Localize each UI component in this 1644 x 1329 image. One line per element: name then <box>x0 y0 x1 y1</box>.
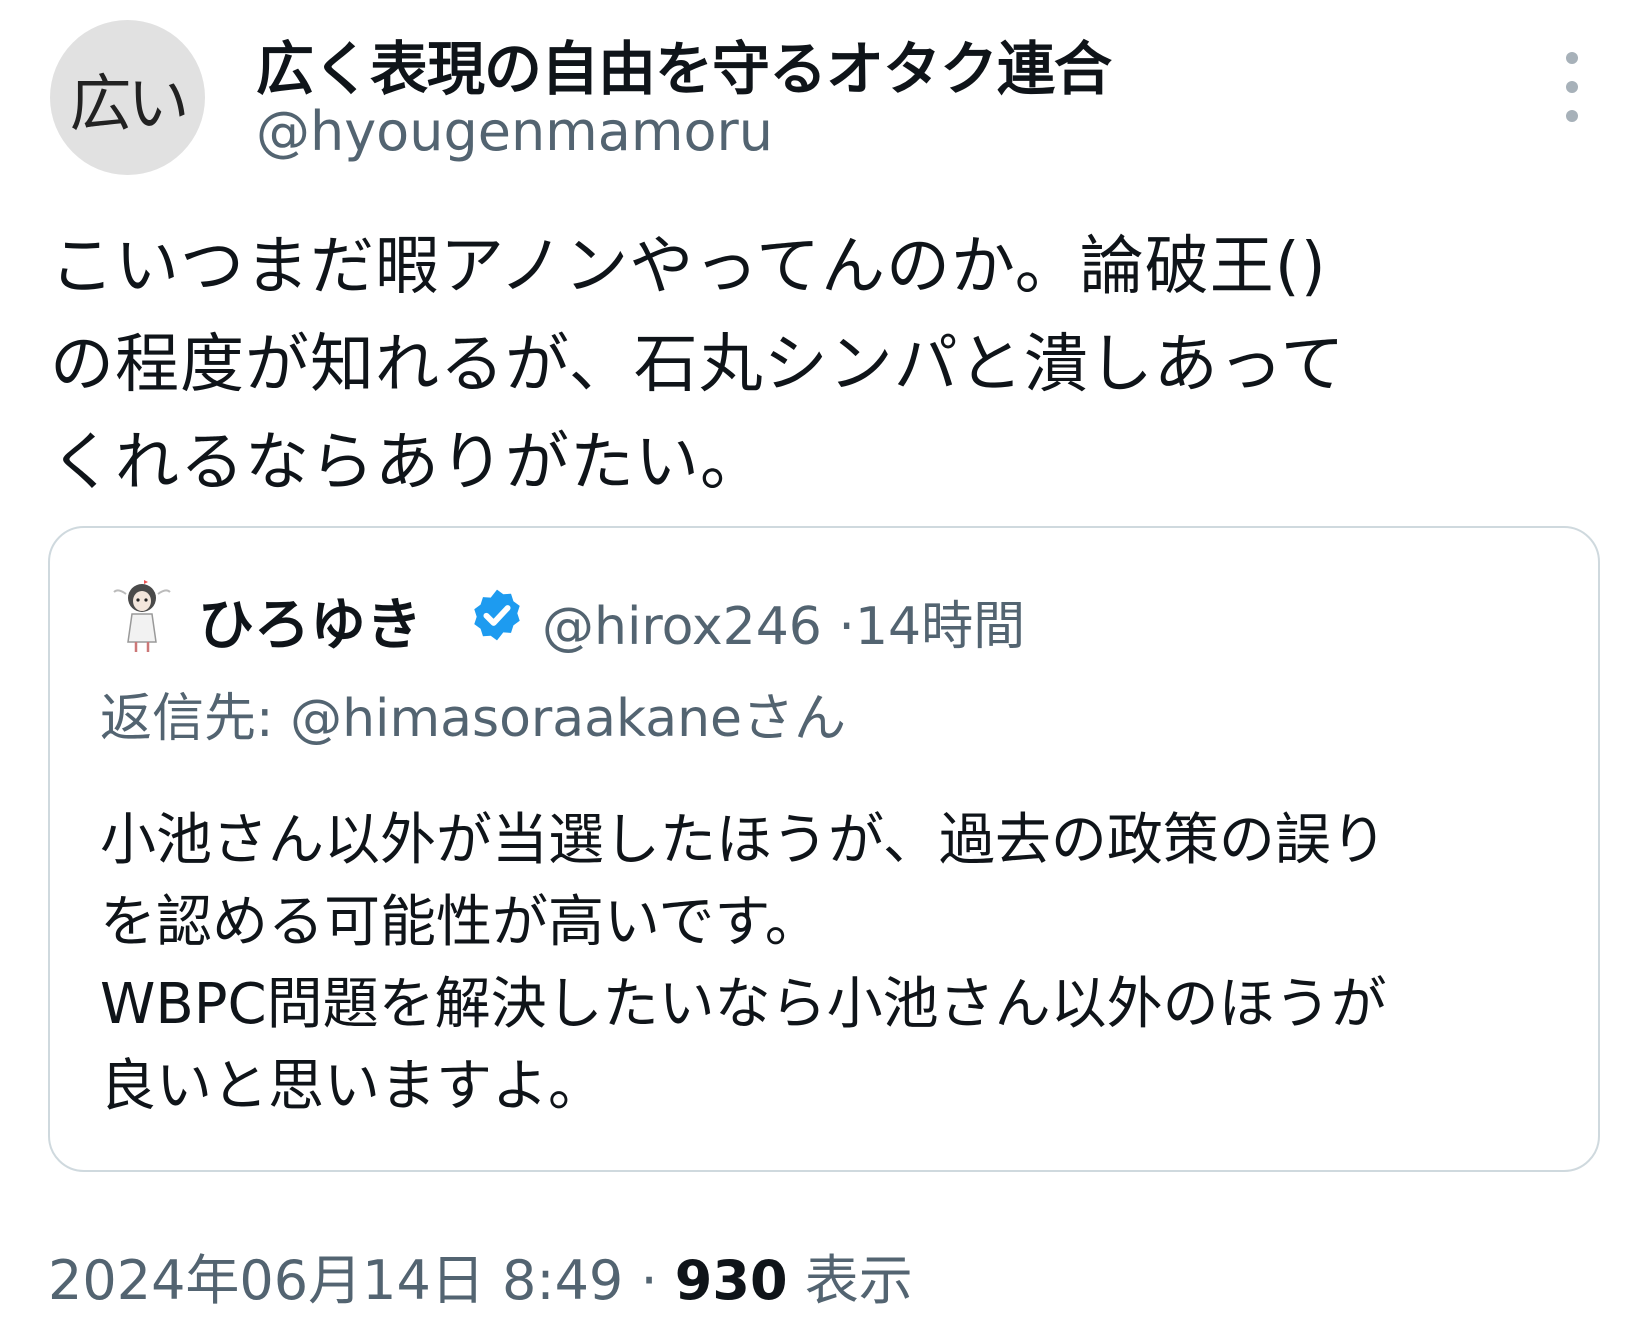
separator-dot: · <box>640 1249 658 1312</box>
author-avatar-text: 広い <box>69 66 189 140</box>
reply-label: 返信先: <box>100 689 274 749</box>
more-options-button[interactable] <box>1552 52 1592 122</box>
more-dot-icon <box>1566 110 1578 122</box>
more-dot-icon <box>1566 81 1578 93</box>
separator-dot: · <box>838 597 855 657</box>
quoted-handle-time: @hirox246 ·14時間 <box>542 584 1025 659</box>
quoted-tweet-card[interactable]: ひろゆき @hirox246 ·14時間 返信先: @himasoraakane… <box>48 526 1600 1172</box>
view-count: 930 <box>674 1249 788 1312</box>
reply-target-link[interactable]: @himasoraakaneさん <box>290 689 846 749</box>
quoted-time[interactable]: 14時間 <box>855 597 1025 657</box>
tweet-text: こいつまだ暇アノンやってんのか。論破王() の程度が知れるが、石丸シンパと潰しあ… <box>50 230 1346 500</box>
more-dot-icon <box>1566 52 1578 64</box>
tweet-timestamp[interactable]: 2024年06月14日 8:49 <box>48 1249 623 1312</box>
author-avatar[interactable]: 広い <box>50 20 205 175</box>
author-handle[interactable]: @hyougenmamoru <box>256 100 773 163</box>
quoted-tweet-text: 小池さん以外が当選したほうが、過去の政策の誤り を認める可能性が高いです。 WB… <box>100 808 1387 1119</box>
view-label: 表示 <box>804 1249 913 1312</box>
tweet-footer: 2024年06月14日 8:49 · 930 表示 <box>48 1236 913 1315</box>
tweet[interactable]: 広い 広く表現の自由を守るオタク連合 @hyougenmamoru こいつまだ暇… <box>0 0 1644 1329</box>
quoted-author-avatar-icon[interactable] <box>112 576 172 656</box>
quoted-author-handle[interactable]: @hirox246 <box>542 597 822 657</box>
quoted-author-name[interactable]: ひろゆき <box>198 580 422 661</box>
verified-badge-icon <box>474 589 520 641</box>
reply-context: 返信先: @himasoraakaneさん <box>100 676 846 751</box>
author-display-name[interactable]: 広く表現の自由を守るオタク連合 <box>256 22 1112 106</box>
